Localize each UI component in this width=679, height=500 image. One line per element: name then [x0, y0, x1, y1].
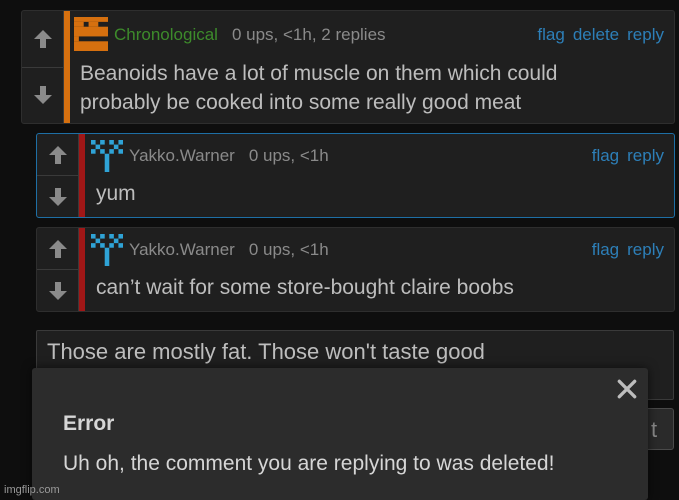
upvote-button[interactable] — [37, 134, 79, 175]
comment-text: yum — [96, 179, 136, 208]
comment-text: Beanoids have a lot of muscle on them wh… — [80, 59, 557, 117]
delete-link[interactable]: delete — [573, 25, 619, 45]
x-icon — [617, 379, 637, 399]
username[interactable]: Yakko.Warner — [129, 146, 235, 166]
comment-meta: Chronological 0 ups, <1h, 2 replies — [114, 25, 386, 45]
vote-column — [37, 134, 79, 217]
comment-stripe — [79, 228, 85, 311]
comment-stats: 0 ups, <1h — [248, 240, 329, 259]
error-modal: Error Uh oh, the comment you are replyin… — [32, 368, 648, 500]
comment-meta: Yakko.Warner 0 ups, <1h — [129, 146, 329, 166]
comment-text-line: probably be cooked into some really good… — [80, 91, 522, 114]
comment-stats: 0 ups, <1h — [248, 146, 329, 165]
arrow-down-icon — [48, 281, 67, 300]
downvote-button[interactable] — [22, 66, 64, 123]
submit-button-label: t — [651, 417, 658, 442]
modal-message: Uh oh, the comment you are replying to w… — [63, 452, 555, 475]
orange-pixel-avatar[interactable] — [74, 17, 108, 51]
close-icon[interactable] — [614, 376, 640, 402]
comment-yakko-claire: Yakko.Warner 0 ups, <1h flag reply can’t… — [36, 227, 675, 312]
reply-link[interactable]: reply — [627, 146, 664, 166]
blue-pixel-avatar[interactable] — [91, 140, 123, 172]
comment-actions: flag delete reply — [537, 25, 664, 45]
flag-link[interactable]: flag — [592, 240, 619, 260]
comment-text-line: Beanoids have a lot of muscle on them wh… — [80, 62, 558, 85]
arrow-up-icon — [33, 29, 52, 48]
reply-text: Those are mostly fat. Those won't taste … — [47, 339, 485, 364]
arrow-down-icon — [33, 86, 52, 105]
comment-yakko-yum: Yakko.Warner 0 ups, <1h flag reply yum — [36, 133, 675, 218]
flag-link[interactable]: flag — [537, 25, 564, 45]
comment-stripe — [64, 11, 70, 123]
comment-text-line: yum — [96, 182, 136, 205]
upvote-button[interactable] — [37, 228, 79, 269]
upvote-button[interactable] — [22, 11, 64, 67]
blue-pixel-avatar[interactable] — [91, 234, 123, 266]
arrow-up-icon — [48, 145, 67, 164]
downvote-button[interactable] — [37, 175, 79, 217]
watermark: imgflip.com — [4, 484, 60, 496]
comment-chronological: Chronological 0 ups, <1h, 2 replies flag… — [21, 10, 675, 124]
reply-link[interactable]: reply — [627, 240, 664, 260]
comment-stats: 0 ups, <1h, 2 replies — [231, 25, 386, 44]
vote-column — [22, 11, 64, 123]
comment-text: can’t wait for some store-bought claire … — [96, 273, 514, 302]
downvote-button[interactable] — [37, 269, 79, 311]
flag-link[interactable]: flag — [592, 146, 619, 166]
username[interactable]: Yakko.Warner — [129, 240, 235, 260]
comment-meta: Yakko.Warner 0 ups, <1h — [129, 240, 329, 260]
comment-stripe — [79, 134, 85, 217]
comment-actions: flag reply — [592, 240, 664, 260]
arrow-up-icon — [48, 239, 67, 258]
modal-title: Error — [63, 412, 115, 435]
comment-actions: flag reply — [592, 146, 664, 166]
username[interactable]: Chronological — [114, 25, 218, 45]
arrow-down-icon — [48, 187, 67, 206]
vote-column — [37, 228, 79, 311]
reply-link[interactable]: reply — [627, 25, 664, 45]
comment-text-line: can’t wait for some store-bought claire … — [96, 276, 514, 299]
